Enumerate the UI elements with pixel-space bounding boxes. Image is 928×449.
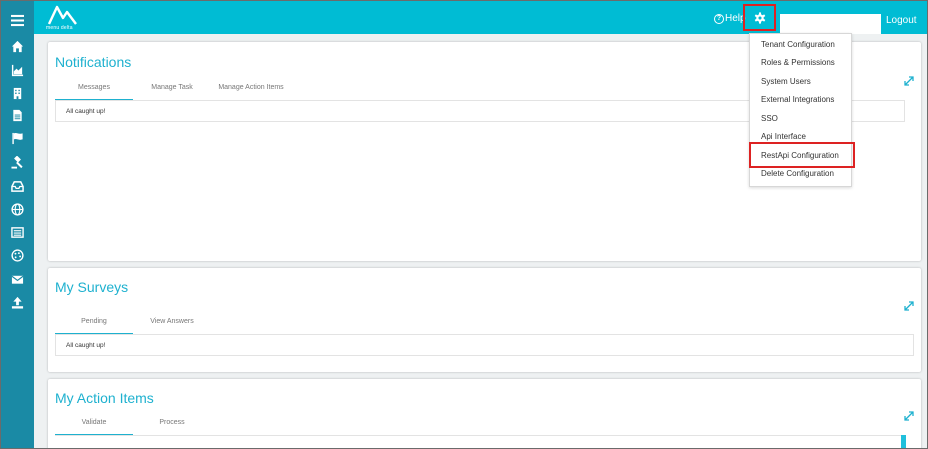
envelope-icon[interactable] [1,268,34,290]
app-logo[interactable]: menu delta [46,4,82,32]
list-icon[interactable] [1,221,34,243]
surveys-content: All caught up! [55,334,914,356]
menu-item-sso[interactable]: SSO [761,114,778,123]
building-icon[interactable] [1,82,34,104]
action-items-tabs: Validate Process [55,417,211,435]
notifications-tabs: Messages Manage Task Manage Action Items [55,82,291,100]
menu-item-api-interface[interactable]: Api Interface [761,132,806,141]
logo-text: menu delta [46,25,73,31]
surveys-title: My Surveys [55,279,129,295]
menu-item-tenant-configuration[interactable]: Tenant Configuration [761,40,835,49]
gear-icon [754,11,765,24]
action-items-title: My Action Items [55,390,154,406]
tab-manage-action-items[interactable]: Manage Action Items [211,82,291,100]
expand-icon[interactable] [904,301,914,311]
surveys-panel: My Surveys Pending View Answers All caug… [48,268,921,372]
chart-icon[interactable] [1,59,34,81]
sidebar [1,1,34,448]
top-bar: menu delta ? Help Logout [34,1,927,34]
app-window: menu delta ? Help Logout Notifications M… [0,0,928,449]
flag-icon[interactable] [1,127,34,149]
expand-icon[interactable] [904,411,914,421]
home-icon[interactable] [1,35,34,57]
menu-item-external-integrations[interactable]: External Integrations [761,95,834,104]
menu-item-system-users[interactable]: System Users [761,77,811,86]
upload-icon[interactable] [1,291,34,313]
search-input[interactable] [780,14,881,34]
tab-pending[interactable]: Pending [55,316,133,334]
tab-view-answers[interactable]: View Answers [133,316,211,334]
settings-button[interactable] [743,4,776,31]
help-link[interactable]: ? Help [714,13,746,24]
tab-process[interactable]: Process [133,417,211,435]
tab-manage-task[interactable]: Manage Task [133,82,211,100]
document-icon[interactable] [1,104,34,126]
menu-item-roles-permissions[interactable]: Roles & Permissions [761,58,835,67]
settings-dropdown-menu: Tenant Configuration Roles & Permissions… [749,33,855,187]
tab-divider [55,435,905,436]
tab-messages[interactable]: Messages [55,82,133,100]
action-items-panel: My Action Items Validate Process [48,379,921,448]
logout-button[interactable]: Logout [886,15,917,26]
surveys-tabs: Pending View Answers [55,316,211,334]
gavel-icon[interactable] [1,151,34,173]
menu-item-delete-configuration[interactable]: Delete Configuration [761,169,834,178]
notifications-title: Notifications [55,54,132,70]
help-icon: ? [714,13,724,24]
palette-icon[interactable] [1,244,34,266]
scrollbar-thumb[interactable] [901,435,906,448]
tab-validate[interactable]: Validate [55,417,133,435]
globe-icon[interactable] [1,198,34,220]
hamburger-menu-icon[interactable] [1,8,34,32]
expand-icon[interactable] [904,76,914,86]
inbox-icon[interactable] [1,175,34,197]
highlight-box [749,142,855,168]
